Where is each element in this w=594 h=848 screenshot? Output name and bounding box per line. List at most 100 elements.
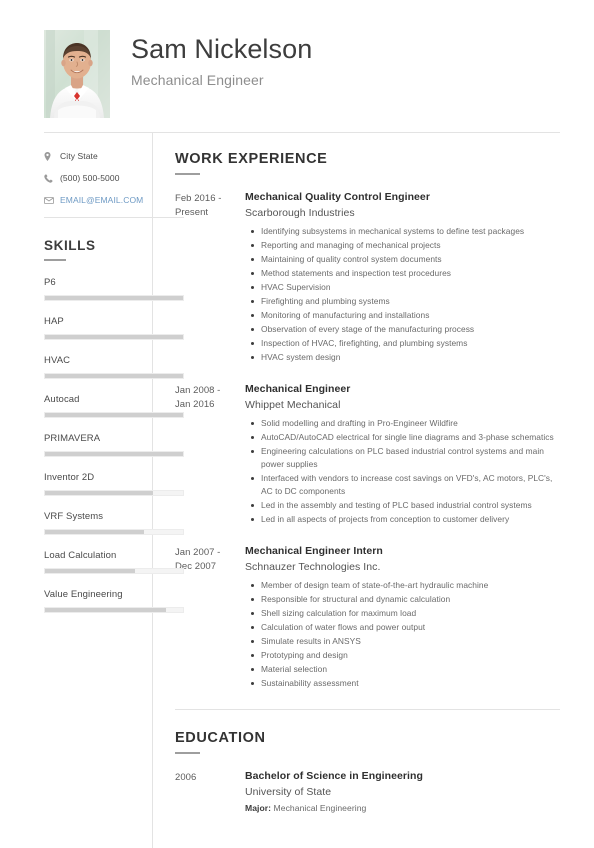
skill-label: Value Engineering	[44, 589, 123, 600]
work-entry-organization: Schnauzer Technologies Inc.	[245, 561, 381, 574]
contact-email-text[interactable]: EMAIL@EMAIL.COM	[60, 195, 143, 205]
contact-list: City State (500) 500-5000 EMAIL@EMAIL.CO…	[44, 151, 152, 205]
skill-level-bar	[44, 412, 184, 418]
candidate-name: Sam Nickelson	[131, 34, 313, 64]
skill-item: Load Calculation	[44, 550, 184, 574]
skill-level-fill	[45, 296, 183, 300]
work-entry-bullet: Material selection	[251, 663, 560, 676]
skill-level-bar	[44, 490, 184, 496]
skill-level-fill	[45, 491, 153, 495]
skill-label: VRF Systems	[44, 511, 104, 522]
work-entry-bullets: Member of design team of state-of-the-ar…	[245, 579, 560, 690]
contact-location: City State	[44, 151, 152, 161]
work-entry-bullet: Calculation of water flows and power out…	[251, 621, 560, 634]
skill-level-fill	[45, 452, 183, 456]
skill-label: PRIMAVERA	[44, 433, 101, 444]
work-entry: Feb 2016 - Present Mechanical Quality Con…	[175, 191, 560, 365]
work-entry-date: Jan 2008 - Jan 2016	[175, 385, 221, 410]
location-pin-icon	[44, 151, 55, 161]
work-entry-organization: Whippet Mechanical	[245, 399, 341, 412]
skill-label: P6	[44, 277, 56, 288]
resume-header: Sam Nickelson Mechanical Engineer	[0, 0, 594, 118]
education-list: 2006 Bachelor of Science in Engineering Un…	[175, 770, 560, 813]
skill-level-bar	[44, 373, 184, 379]
skills-heading: SKILLS	[44, 238, 96, 253]
education-entry-body: Bachelor of Science in Engineering Univer…	[237, 770, 560, 813]
skill-level-bar	[44, 607, 184, 613]
skill-item: Autocad	[44, 394, 184, 418]
education-degree: Bachelor of Science in Engineering	[245, 770, 423, 783]
work-entry-bullet: Monitoring of manufacturing and installa…	[251, 309, 560, 322]
work-entry-bullet: Method statements and inspection test pr…	[251, 267, 560, 280]
education-school: University of State	[245, 786, 332, 799]
work-entry-bullet: Reporting and managing of mechanical pro…	[251, 239, 560, 252]
skill-label: Autocad	[44, 394, 80, 405]
education-heading-underline	[175, 752, 200, 755]
work-entry-bullet: Observation of every stage of the manufa…	[251, 323, 560, 336]
skill-item: HVAC	[44, 355, 184, 379]
candidate-job-title: Mechanical Engineer	[131, 72, 264, 89]
skill-level-fill	[45, 335, 183, 339]
work-entry-bullet: AutoCAD/AutoCAD electrical for single li…	[251, 431, 560, 444]
work-entry-bullet: Maintaining of quality control system do…	[251, 253, 560, 266]
work-entry-role: Mechanical Engineer	[245, 383, 351, 396]
work-entry-bullet: Prototyping and design	[251, 649, 560, 662]
skill-label: HAP	[44, 316, 64, 327]
work-entry-body: Mechanical Engineer Intern Schnauzer Tech…	[237, 545, 560, 691]
skill-level-fill	[45, 569, 135, 573]
skills-list: P6 HAP HVAC Autocad PRIMAVERA Inventor 2D VRF …	[44, 277, 184, 613]
work-entry-date: Jan 2007 - Dec 2007	[175, 547, 221, 573]
work-entry-bullet: Sustainability assessment	[251, 677, 560, 690]
skill-item: Value Engineering	[44, 589, 184, 613]
skill-level-bar	[44, 451, 184, 457]
skill-label: Inventor 2D	[44, 472, 95, 483]
work-entry-date: Feb 2016 - Present	[175, 193, 222, 218]
work-experience-list: Feb 2016 - Present Mechanical Quality Con…	[175, 191, 560, 691]
work-entry-bullet: Responsible for structural and dynamic c…	[251, 593, 560, 606]
education-major: Major: Mechanical Engineering	[245, 803, 560, 813]
skill-level-fill	[45, 530, 145, 534]
skill-level-bar	[44, 568, 184, 574]
work-entry: Jan 2007 - Dec 2007 Mechanical Engineer I…	[175, 545, 560, 691]
work-entry-bullet: Firefighting and plumbing systems	[251, 295, 560, 308]
sidebar: City State (500) 500-5000 EMAIL@EMAIL.CO…	[0, 151, 184, 848]
work-entry-bullet: Led in the assembly and testing of PLC b…	[251, 499, 560, 512]
skill-item: VRF Systems	[44, 511, 184, 535]
contact-email[interactable]: EMAIL@EMAIL.COM	[44, 195, 152, 205]
work-entry-bullets: Identifying subsystems in mechanical sys…	[245, 225, 560, 364]
skill-item: Inventor 2D	[44, 472, 184, 496]
profile-photo	[44, 30, 110, 118]
education-entry: 2006 Bachelor of Science in Engineering Un…	[175, 770, 560, 813]
skill-level-fill	[45, 413, 183, 417]
education-major-value: Mechanical Engineering	[271, 803, 367, 814]
contact-phone: (500) 500-5000	[44, 173, 152, 183]
work-entry-bullet: Led in all aspects of projects from conc…	[251, 513, 560, 526]
work-entry-bullet: Simulate results in ANSYS	[251, 635, 560, 648]
skill-level-fill	[45, 608, 167, 612]
work-experience-heading: WORK EXPERIENCE	[175, 151, 328, 167]
work-entry: Jan 2008 - Jan 2016 Mechanical Engineer Wh…	[175, 383, 560, 527]
skill-level-bar	[44, 529, 184, 535]
work-entry-bullet: HVAC system design	[251, 351, 560, 364]
work-experience-heading-underline	[175, 173, 200, 175]
skills-heading-underline	[44, 259, 66, 261]
resume-columns: City State (500) 500-5000 EMAIL@EMAIL.CO…	[0, 133, 594, 848]
work-entry-bullet: Member of design team of state-of-the-ar…	[251, 579, 560, 592]
contact-location-text: City State	[60, 151, 98, 161]
education-entry-date: 2006	[175, 772, 197, 784]
work-entry-role: Mechanical Quality Control Engineer	[245, 191, 430, 203]
work-entry-bullet: HVAC Supervision	[251, 281, 560, 294]
work-entry-body: Mechanical Engineer Whippet Mechanical Sol…	[237, 383, 560, 527]
work-entry-bullet: Inspection of HVAC, firefighting, and pl…	[251, 337, 560, 350]
skill-item: HAP	[44, 316, 184, 340]
education-heading: EDUCATION	[175, 730, 266, 747]
main-content: WORK EXPERIENCE Feb 2016 - Present Mechan…	[153, 151, 594, 848]
work-entry-bullet: Shell sizing calculation for maximum loa…	[251, 607, 560, 620]
work-entry-bullet: Solid modelling and drafting in Pro-Engi…	[251, 417, 560, 430]
work-entry-bullet: Interfaced with vendors to increase cost…	[251, 472, 560, 498]
skill-item: P6	[44, 277, 184, 301]
envelope-icon	[44, 196, 55, 204]
phone-icon	[44, 173, 55, 183]
skill-label: Load Calculation	[44, 550, 117, 561]
skill-item: PRIMAVERA	[44, 433, 184, 457]
